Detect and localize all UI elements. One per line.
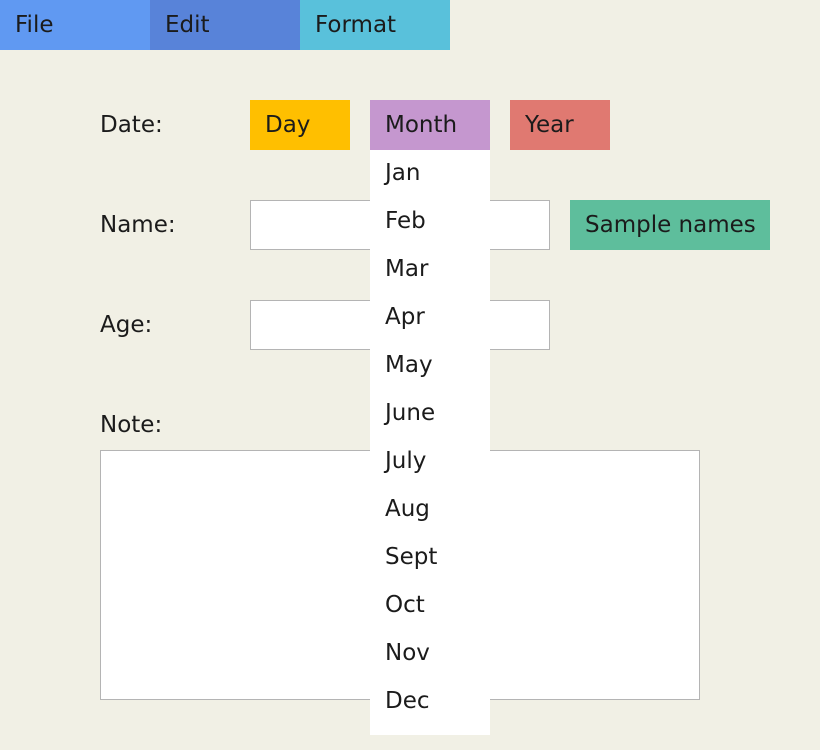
month-option-june[interactable]: June [370,391,490,439]
day-button[interactable]: Day [250,100,350,150]
month-option-jan[interactable]: Jan [370,151,490,199]
month-option-apr[interactable]: Apr [370,295,490,343]
month-option-aug[interactable]: Aug [370,487,490,535]
name-label: Name: [100,212,176,238]
menu-edit[interactable]: Edit [150,0,300,50]
month-option-oct[interactable]: Oct [370,583,490,631]
year-button[interactable]: Year [510,100,610,150]
sample-names-button[interactable]: Sample names [570,200,770,250]
menu-format[interactable]: Format [300,0,450,50]
month-option-sept[interactable]: Sept [370,535,490,583]
month-option-mar[interactable]: Mar [370,247,490,295]
date-label: Date: [100,112,163,138]
menu-bar: File Edit Format [0,0,450,50]
month-option-feb[interactable]: Feb [370,199,490,247]
month-option-may[interactable]: May [370,343,490,391]
month-dropdown-list: Jan Feb Mar Apr May June July Aug Sept O… [370,150,490,735]
month-option-dec[interactable]: Dec [370,679,490,727]
month-option-nov[interactable]: Nov [370,631,490,679]
note-label: Note: [100,412,163,438]
month-option-july[interactable]: July [370,439,490,487]
menu-file[interactable]: File [0,0,150,50]
age-label: Age: [100,312,153,338]
month-button[interactable]: Month [370,100,490,150]
